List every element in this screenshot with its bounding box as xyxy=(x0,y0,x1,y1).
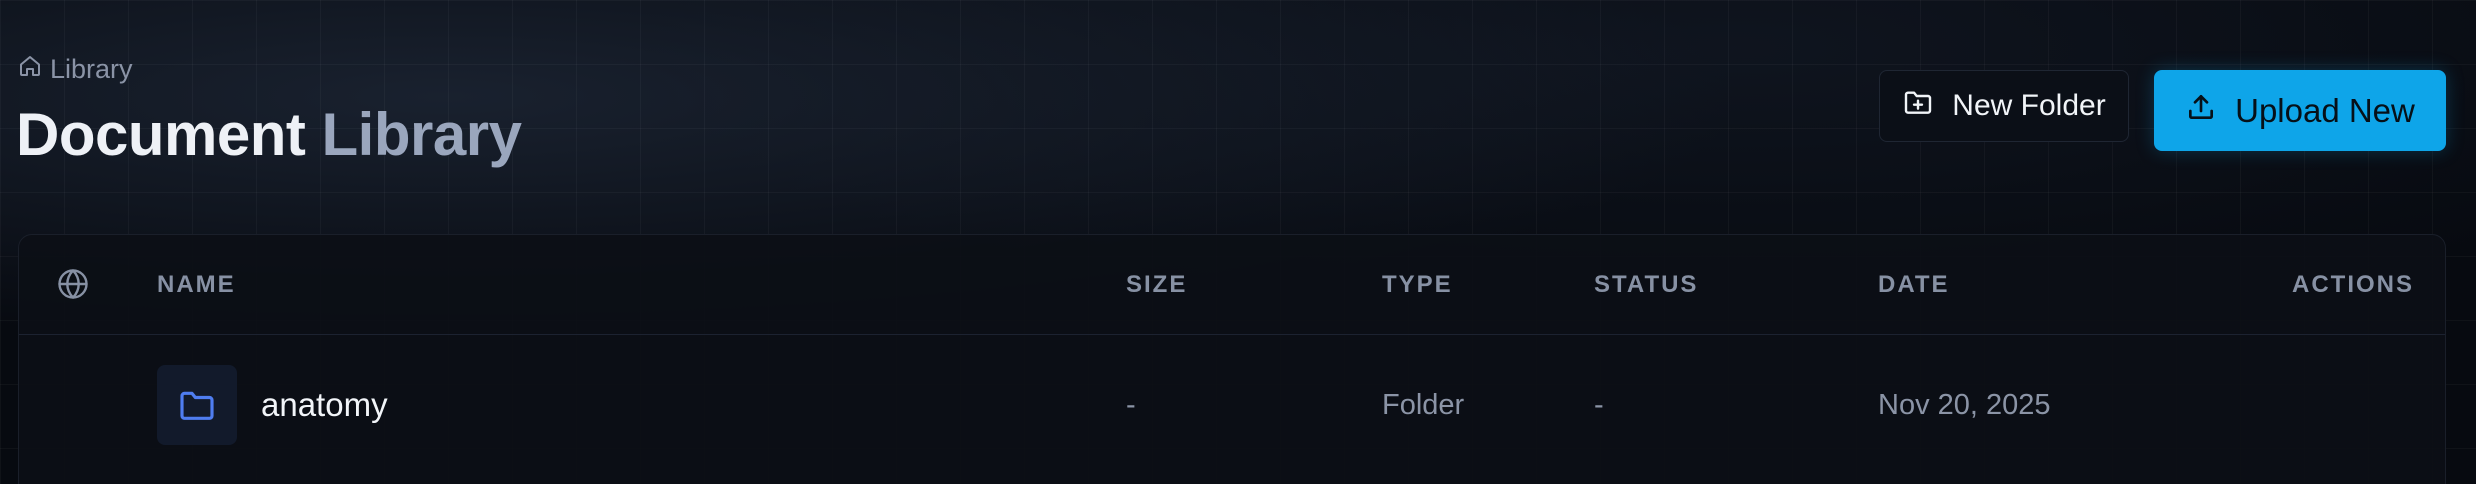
new-folder-label: New Folder xyxy=(1952,89,2106,122)
row-size: - xyxy=(1126,388,1136,421)
row-type: Folder xyxy=(1382,388,1465,421)
row-status: - xyxy=(1594,388,1604,421)
page-title: Document Library xyxy=(16,96,522,174)
folder-plus-icon xyxy=(1902,86,1934,126)
table-header: NAME SIZE TYPE STATUS DATE ACTIONS xyxy=(19,235,2445,335)
column-header-size[interactable]: SIZE xyxy=(1126,235,1187,334)
column-header-actions: ACTIONS xyxy=(2292,270,2414,298)
breadcrumb-label: Library xyxy=(50,54,133,84)
column-header-status[interactable]: STATUS xyxy=(1594,235,1698,334)
table-row[interactable]: anatomy - Folder - Nov 20, 2025 xyxy=(19,335,2445,484)
breadcrumb[interactable]: Library xyxy=(18,54,133,85)
row-name[interactable]: anatomy xyxy=(261,365,388,445)
page-title-primary: Document xyxy=(16,101,306,168)
document-library-page: Library Document Library New Folder Uplo… xyxy=(0,0,2476,484)
upload-icon xyxy=(2185,91,2217,131)
upload-new-label: Upload New xyxy=(2235,91,2415,129)
column-header-date[interactable]: DATE xyxy=(1878,235,1950,334)
column-header-type[interactable]: TYPE xyxy=(1382,235,1453,334)
column-header-name[interactable]: NAME xyxy=(157,235,236,334)
home-icon xyxy=(18,54,42,85)
upload-new-button[interactable]: Upload New xyxy=(2154,70,2446,151)
new-folder-button[interactable]: New Folder xyxy=(1879,70,2129,142)
row-date: Nov 20, 2025 xyxy=(1878,388,2051,421)
page-title-secondary: Library xyxy=(321,101,522,168)
documents-table: NAME SIZE TYPE STATUS DATE ACTIONS anato… xyxy=(18,234,2446,484)
globe-icon[interactable] xyxy=(55,266,91,302)
folder-icon xyxy=(157,365,237,445)
